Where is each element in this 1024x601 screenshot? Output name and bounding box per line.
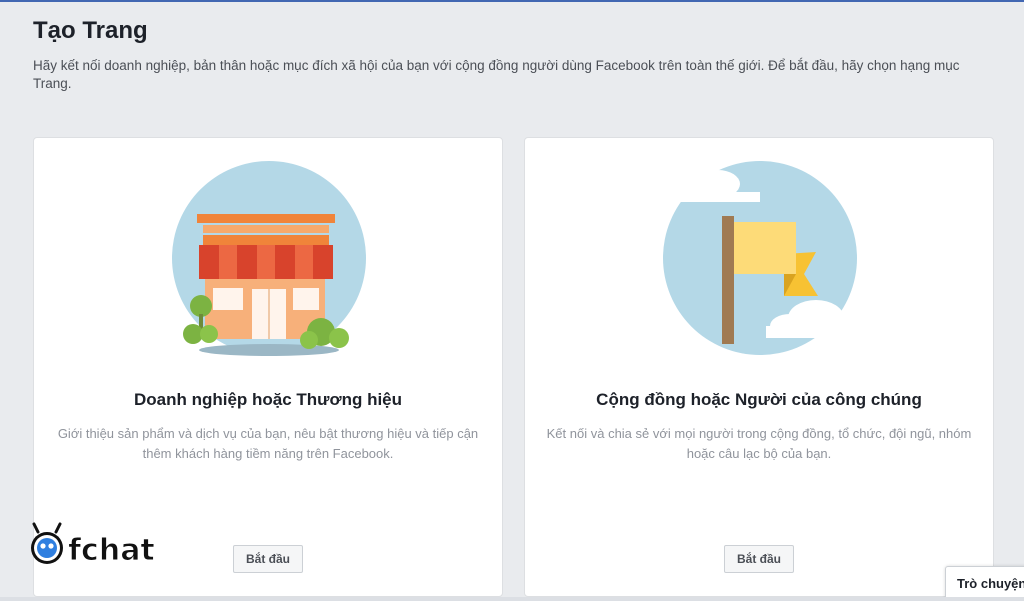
bottom-strip: [0, 597, 1024, 601]
card-title: Doanh nghiệp hoặc Thương hiệu: [133, 390, 403, 409]
chat-tab[interactable]: Trò chuyện: [945, 566, 1024, 601]
card-description: Giới thiệu sản phẩm và dịch vụ của bạn, …: [57, 426, 479, 461]
card-title: Cộng đồng hoặc Người của công chúng: [596, 390, 922, 409]
fchat-logo: fchat: [31, 522, 155, 569]
flag-icon: [663, 161, 860, 355]
svg-text:fchat: fchat: [68, 533, 155, 568]
community-public-figure-card[interactable]: Cộng đồng hoặc Người của công chúng Kết …: [524, 137, 994, 597]
storefront-icon: [172, 161, 366, 356]
page-intro: Hãy kết nối doanh nghiệp, bản thân hoặc …: [33, 58, 960, 91]
get-started-button-community[interactable]: Bắt đầu: [723, 545, 795, 573]
card-description: Kết nối và chia sẻ với mọi người trong c…: [546, 426, 972, 461]
page-title: Tạo Trang: [33, 17, 148, 44]
top-accent-line: [0, 0, 1024, 2]
get-started-button-business[interactable]: Bắt đầu: [232, 545, 304, 573]
